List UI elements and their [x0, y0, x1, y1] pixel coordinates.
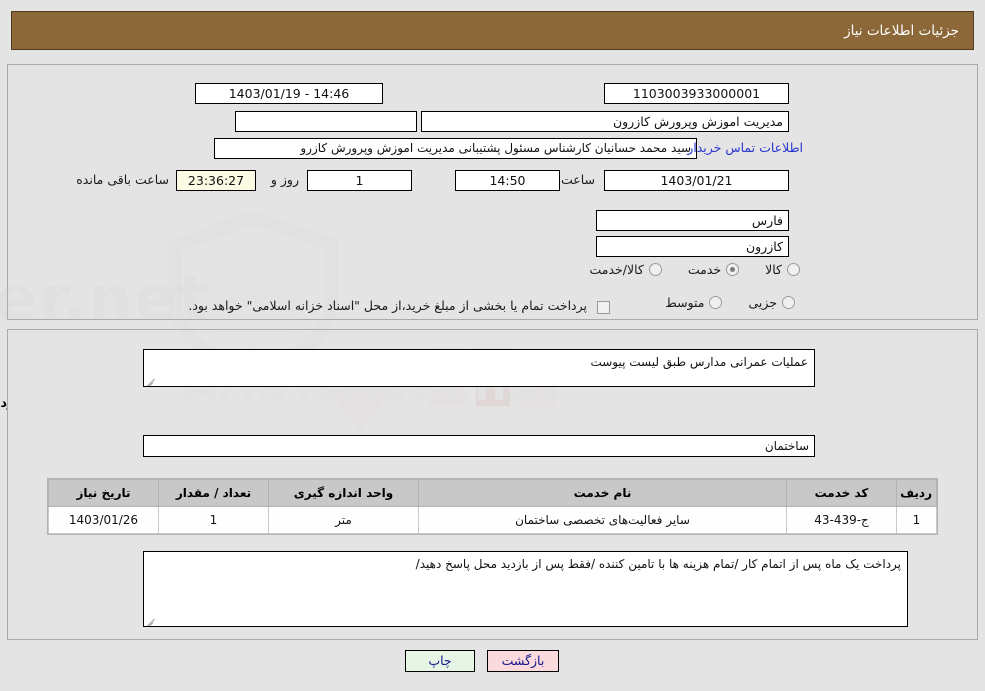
- buyer-contact-link[interactable]: اطلاعات تماس خریدار: [687, 140, 803, 155]
- buyer-notes-value: پرداخت یک ماه پس از اتمام کار /تمام هزین…: [415, 557, 901, 571]
- process-radio-group: جزیی متوسط: [639, 295, 795, 310]
- resize-grip-icon-2[interactable]: [146, 614, 157, 626]
- treasury-checkbox-wrap[interactable]: [597, 297, 610, 316]
- deadline-date-field[interactable]: 1403/01/21: [604, 170, 789, 191]
- creator-field[interactable]: سید محمد حسانیان کارشناس مسئول پشتیبانی …: [214, 138, 697, 159]
- deadline-time-field[interactable]: 14:50: [455, 170, 560, 191]
- province-field[interactable]: فارس: [596, 210, 789, 231]
- category-radio-group: کالا خدمت کالا/خدمت: [563, 262, 800, 277]
- process-option-label-1: متوسط: [665, 295, 705, 310]
- category-radio-kala-khedmat[interactable]: کالا/خدمت: [589, 262, 662, 277]
- th-unit: واحد اندازه گیری: [268, 479, 419, 507]
- process-radio-motavaset[interactable]: متوسط: [665, 295, 723, 310]
- category-option-label-0: کالا: [765, 262, 782, 277]
- need-number-field[interactable]: 1103003933000001: [604, 83, 789, 104]
- process-option-label-0: جزیی: [748, 295, 777, 310]
- public-announce-field[interactable]: 14:46 - 1403/01/19: [195, 83, 383, 104]
- cell-unit: متر: [268, 506, 419, 534]
- treasury-checkbox[interactable]: [597, 301, 610, 314]
- radio-icon-kala[interactable]: [787, 263, 800, 276]
- cell-service-code: ج-439-43: [786, 506, 897, 534]
- page-title: جزئیات اطلاعات نیاز: [844, 22, 959, 39]
- print-button[interactable]: چاپ: [405, 650, 475, 672]
- need-summary-panel: [7, 64, 978, 320]
- buyer-org-field-secondary[interactable]: [235, 111, 417, 132]
- cell-quantity: 1: [158, 506, 269, 534]
- category-radio-kala[interactable]: کالا: [765, 262, 800, 277]
- resize-grip-icon[interactable]: [146, 374, 157, 386]
- remaining-hours-label: ساعت باقی مانده: [76, 172, 169, 187]
- category-option-label-1: خدمت: [687, 262, 722, 277]
- th-service-name: نام خدمت: [418, 479, 787, 507]
- remaining-days-field[interactable]: 1: [307, 170, 412, 191]
- radio-icon-khedmat[interactable]: [726, 263, 740, 276]
- th-row-no: ردیف: [896, 479, 937, 507]
- general-desc-textarea[interactable]: عملیات عمرانی مدارس طبق لیست پیوست: [143, 349, 815, 387]
- th-service-code: کد خدمت: [786, 479, 897, 507]
- th-quantity: تعداد / مقدار: [158, 479, 269, 507]
- cell-row-no: 1: [896, 506, 937, 534]
- back-button[interactable]: بازگشت: [487, 650, 559, 672]
- services-table: ردیف کد خدمت نام خدمت واحد اندازه گیری ت…: [48, 479, 937, 534]
- remaining-days-label: روز و: [270, 172, 299, 187]
- radio-icon-jozi[interactable]: [782, 296, 795, 309]
- general-desc-value: عملیات عمرانی مدارس طبق لیست پیوست: [590, 355, 808, 369]
- cell-need-date: 1403/01/26: [48, 506, 159, 534]
- buyer-org-field[interactable]: مدیریت اموزش وپرورش کازرون: [421, 111, 789, 132]
- table-header-row: ردیف کد خدمت نام خدمت واحد اندازه گیری ت…: [48, 479, 937, 507]
- page-header: جزئیات اطلاعات نیاز: [11, 11, 974, 50]
- category-radio-khedmat[interactable]: خدمت: [687, 262, 740, 277]
- treasury-note-text: پرداخت تمام یا بخشی از مبلغ خرید،از محل …: [188, 298, 587, 313]
- table-row: 1 ج-439-43 سایر فعالیت‌های تخصصی ساختمان…: [48, 506, 937, 534]
- city-field[interactable]: کازرون: [596, 236, 789, 257]
- cell-service-name: سایر فعالیت‌های تخصصی ساختمان: [418, 506, 787, 534]
- process-radio-jozi[interactable]: جزیی: [748, 295, 795, 310]
- radio-icon-kala-khedmat[interactable]: [648, 263, 662, 276]
- deadline-time-label: ساعت: [560, 172, 595, 187]
- buyer-notes-textarea[interactable]: پرداخت یک ماه پس از اتمام کار /تمام هزین…: [143, 551, 908, 627]
- service-group-field[interactable]: ساختمان: [143, 435, 815, 457]
- page-root: جزئیات اطلاعات نیاز AriaTender.net AriaT…: [0, 0, 985, 691]
- radio-icon-motavaset[interactable]: [709, 296, 723, 309]
- countdown-field: 23:36:27: [176, 170, 256, 191]
- th-need-date: تاریخ نیاز: [48, 479, 159, 507]
- services-table-wrap: ردیف کد خدمت نام خدمت واحد اندازه گیری ت…: [47, 478, 938, 535]
- category-option-label-2: کالا/خدمت: [589, 262, 644, 277]
